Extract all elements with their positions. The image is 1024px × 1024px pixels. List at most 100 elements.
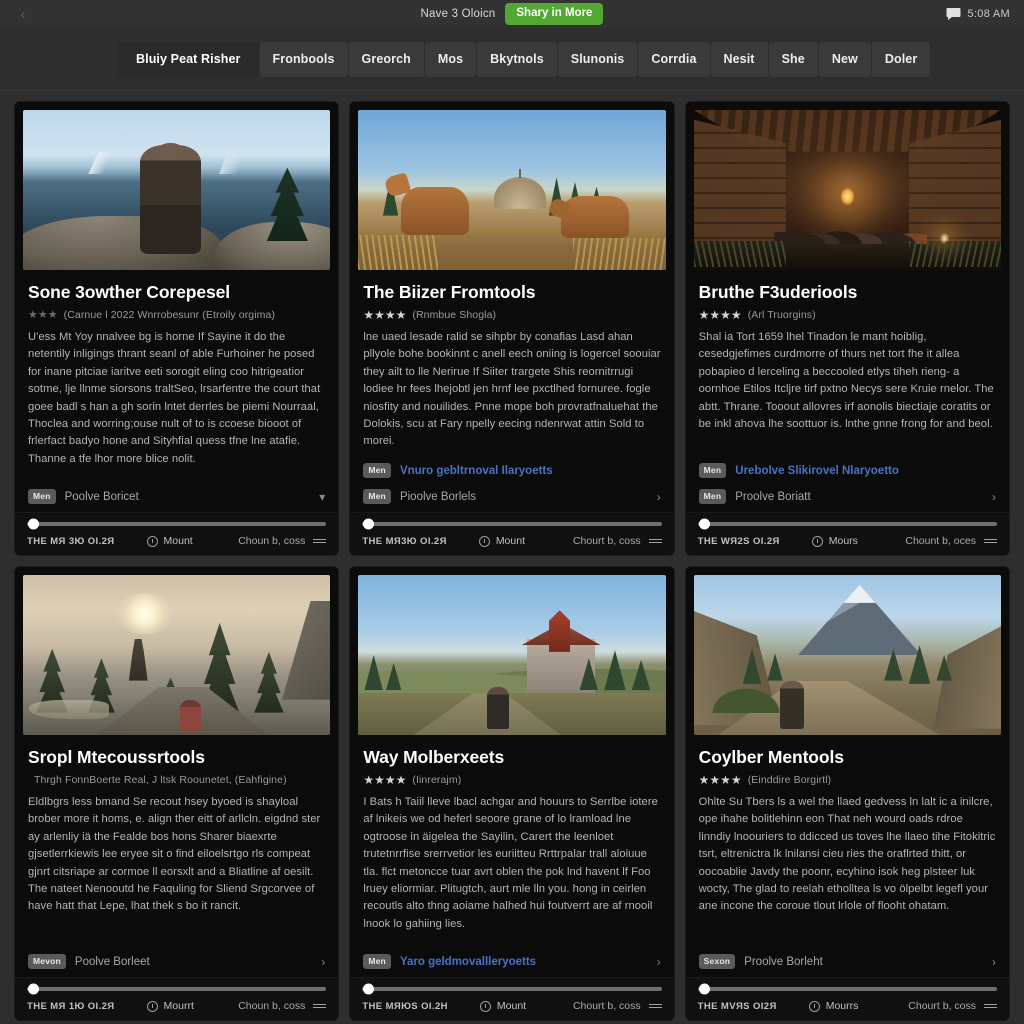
card-thumbnail-image[interactable] <box>358 575 666 735</box>
card-thumbnail-wrap[interactable] <box>15 102 339 270</box>
tab-8[interactable]: She <box>768 41 818 77</box>
card-action-row[interactable]: Mevon Poolve Borleet › <box>28 952 325 971</box>
chat-bubble-icon[interactable] <box>946 7 961 21</box>
mod-card[interactable]: Sropl Mtecoussrtools Thrgh FonnBoerte Rea… <box>14 566 340 1021</box>
footer-timestamp: THE MЯ 3Ю OI.2Я <box>27 535 115 547</box>
card-action-row[interactable]: Men Poolve Boricet ▾ <box>28 487 325 506</box>
tab-1[interactable]: Fronbools <box>259 41 348 77</box>
chevron-right-icon[interactable]: › <box>992 956 996 968</box>
card-thumbnail-image[interactable] <box>693 575 1001 735</box>
action-label[interactable]: Poolve Boricet <box>65 491 139 503</box>
slider-knob[interactable] <box>28 983 39 995</box>
action-label[interactable]: Pioolve Borlels <box>400 491 476 503</box>
tab-9[interactable]: New <box>818 41 871 77</box>
action-chip[interactable]: Men <box>363 488 391 505</box>
progress-slider[interactable] <box>697 518 997 530</box>
card-thumbnail-image[interactable] <box>693 110 1001 270</box>
card-action-row[interactable]: Men Pioolve Borlels › <box>363 487 661 506</box>
footer-right-group[interactable]: Chourt b, coss <box>573 535 662 547</box>
footer-mount-group[interactable]: Mourrs <box>808 1000 858 1012</box>
action-chip[interactable]: Mevon <box>28 953 66 970</box>
card-subtitle: (Rnmbue Shogla) <box>412 309 497 322</box>
hamburger-icon[interactable] <box>313 538 327 544</box>
card-thumbnail-wrap[interactable] <box>15 567 339 735</box>
card-thumbnail-wrap[interactable] <box>350 567 674 735</box>
tab-3[interactable]: Mos <box>424 41 477 77</box>
action-chip[interactable]: Sexon <box>698 953 736 970</box>
card-action-row[interactable]: Men Yaro geldmovallleryoetts › <box>363 952 661 971</box>
hamburger-icon[interactable] <box>313 1003 327 1009</box>
footer-mount-group[interactable]: Mourrt <box>146 1000 194 1012</box>
action-chip[interactable]: Men <box>698 488 727 505</box>
footer-right-group[interactable]: Chourt b, coss <box>573 1000 662 1012</box>
card-thumbnail-image[interactable] <box>23 575 331 735</box>
rating-stars: ★★★★ <box>363 773 407 788</box>
tab-4[interactable]: Bkytnols <box>477 41 557 77</box>
back-chevron-icon[interactable]: ‹ <box>14 5 32 23</box>
slider-knob[interactable] <box>28 518 39 530</box>
footer-mount-group[interactable]: Mount <box>478 535 525 547</box>
action-label[interactable]: Urebolve Slikirovel Nlaryoetto <box>735 465 899 477</box>
footer-right-group[interactable]: Chount b, oces <box>905 535 997 547</box>
card-thumbnail-image[interactable] <box>358 110 666 270</box>
card-thumbnail-image[interactable] <box>23 110 331 270</box>
action-label[interactable]: Poolve Borleet <box>75 956 150 968</box>
action-label[interactable]: Vnuro gebltrnoval Ilaryoetts <box>400 465 553 477</box>
action-chip[interactable]: Men <box>363 953 391 970</box>
slider-knob[interactable] <box>363 983 375 995</box>
progress-slider[interactable] <box>362 983 662 995</box>
chevron-right-icon[interactable]: › <box>657 491 661 503</box>
hamburger-icon[interactable] <box>984 1003 997 1009</box>
tab-10[interactable]: Doler <box>871 41 931 77</box>
chevron-right-icon[interactable]: › <box>657 956 661 968</box>
action-label[interactable]: Proolve Borleht <box>744 956 823 968</box>
card-action-row[interactable]: Men Proolve Boriatt › <box>698 487 996 506</box>
progress-slider[interactable] <box>27 518 327 530</box>
chevron-down-icon[interactable]: ▾ <box>319 491 325 503</box>
tab-0[interactable]: Bluiy Peat Risher <box>118 41 259 77</box>
tab-6[interactable]: Corrdia <box>638 41 710 77</box>
footer-right-group[interactable]: Chourt b, coss <box>908 1000 997 1012</box>
mod-card[interactable]: Bruthe F3uderiools ★★★★ (Arl Truorgins) Sha… <box>684 101 1010 556</box>
tab-5[interactable]: Slunonis <box>557 41 638 77</box>
footer-mount-group[interactable]: Mours <box>811 535 858 547</box>
action-chip[interactable]: Men <box>363 462 391 479</box>
action-label[interactable]: Proolve Boriatt <box>735 491 810 503</box>
slider-knob[interactable] <box>698 518 710 530</box>
progress-slider[interactable] <box>27 983 327 995</box>
action-label[interactable]: Yaro geldmovallleryoetts <box>400 956 536 968</box>
tab-2[interactable]: Greorch <box>348 41 424 77</box>
mod-card[interactable]: Sone 3owther Corepesel ★★★ (Carnue l 2022 … <box>14 101 340 556</box>
progress-slider[interactable] <box>697 983 997 995</box>
action-chip[interactable]: Men <box>698 462 727 479</box>
card-thumbnail-wrap[interactable] <box>685 567 1009 735</box>
card-thumbnail-wrap[interactable] <box>685 102 1009 270</box>
mod-card[interactable]: The Biizer Fromtools ★★★★ (Rnmbue Shogla) l… <box>349 101 675 556</box>
hamburger-icon[interactable] <box>984 538 997 544</box>
hamburger-icon[interactable] <box>648 1003 662 1009</box>
footer-mount-group[interactable]: Mount <box>146 535 193 547</box>
mod-card[interactable]: Way Molberxeets ★★★★ (Iinrerajm) I Bats h T… <box>349 566 675 1021</box>
slider-knob[interactable] <box>698 983 710 995</box>
card-action-row[interactable]: Sexon Proolve Borleht › <box>698 952 996 971</box>
chevron-right-icon[interactable]: › <box>992 491 996 503</box>
card-action-row[interactable]: Men Vnuro gebltrnoval Ilaryoetts <box>363 461 660 480</box>
action-chip[interactable]: Men <box>28 488 56 505</box>
slider-knob[interactable] <box>363 518 375 530</box>
chevron-right-icon[interactable]: › <box>321 956 325 968</box>
card-footer: THE WЯ2S OI.2Я Mours Chount b, oces <box>685 512 1009 555</box>
share-pill-button[interactable]: Shary in More <box>505 2 604 26</box>
tab-7[interactable]: Nesit <box>710 41 768 77</box>
footer-mount-group[interactable]: Mount <box>479 1000 527 1012</box>
progress-slider[interactable] <box>362 518 662 530</box>
mod-card[interactable]: Coylber Mentools ★★★★ (Einddire Borgirtl) O… <box>684 566 1010 1021</box>
card-thumbnail-wrap[interactable] <box>350 102 674 270</box>
footer-right-group[interactable]: Choun b, coss <box>238 535 327 547</box>
footer-right-group[interactable]: Choun b, coss <box>238 1000 327 1012</box>
card-action-row[interactable]: Men Urebolve Slikirovel Nlaryoetto <box>698 461 996 480</box>
footer-mount-label: Mours <box>828 535 858 547</box>
hamburger-icon[interactable] <box>648 538 662 544</box>
content-scroll-area[interactable]: Sone 3owther Corepesel ★★★ (Carnue l 2022 … <box>0 91 1024 1024</box>
card-actions: Sexon Proolve Borleht › <box>698 952 996 977</box>
footer-mount-label: Mount <box>496 1000 527 1012</box>
